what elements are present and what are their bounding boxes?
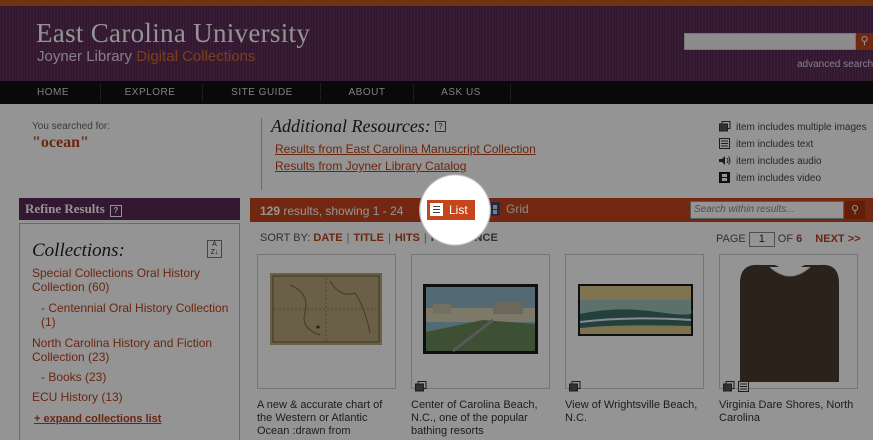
legend-text: item includes text [719,138,813,150]
result-thumbnail[interactable] [740,263,839,382]
sort-hits[interactable]: HITS [395,232,420,244]
collection-item[interactable]: ECU History (13) [32,390,232,404]
result-title-link[interactable]: View of Wrightsville Beach, N.C. [565,399,700,425]
sort-title[interactable]: TITLE [353,232,384,244]
main-nav: HOME EXPLORE SITE GUIDE ABOUT ASK US [0,81,873,104]
list-view-button[interactable]: List [427,200,475,220]
legend-multiple-images: item includes multiple images [719,121,867,133]
nav-explore[interactable]: EXPLORE [115,81,185,104]
search-within-input[interactable]: Search within results... [690,201,844,219]
nav-divider [202,84,203,101]
nav-divider [100,84,101,101]
item-type-icons [723,381,750,392]
result-count-suffix: results, showing 1 - 24 [280,204,404,218]
nav-ask-us[interactable]: ASK US [430,81,492,104]
refine-results-title: Refine Results [25,201,105,216]
multiple-images-icon [415,381,427,392]
item-type-icons [415,381,427,392]
sort-alpha-icon[interactable]: A Z↓ [207,240,222,258]
result-title-link[interactable]: Center of Carolina Beach, N.C., one of t… [411,399,546,438]
sort-date[interactable]: DATE [313,232,342,244]
page-total: 6 [796,233,803,245]
page-of-label: OF [777,233,794,245]
expand-collections-link[interactable]: + expand collections list [34,413,161,425]
list-view-label: List [449,203,468,217]
multiple-images-icon [569,381,581,392]
result-title-link[interactable]: A new & accurate chart of the Western or… [257,399,392,438]
refine-results-header: Refine Results? [19,198,240,220]
sort-label: SORT BY: [260,232,311,244]
nav-divider [413,84,414,101]
catalog-results-link[interactable]: Results from Joyner Library Catalog [275,159,466,173]
collection-item[interactable]: North Carolina History and Fiction Colle… [32,336,232,364]
multiple-images-icon [719,121,731,132]
collection-item[interactable]: Special Collections Oral History Collect… [32,266,232,294]
result-thumbnail[interactable] [578,284,693,336]
page-label: PAGE [716,233,746,245]
nav-site-guide[interactable]: SITE GUIDE [222,81,302,104]
divider [261,118,262,190]
grid-view-label: Grid [506,202,529,216]
result-thumbnail[interactable] [270,273,382,345]
page-number-input[interactable]: 1 [748,232,775,247]
legend-label: item includes multiple images [736,122,867,133]
result-count: 129 results, showing 1 - 24 [260,204,403,218]
text-icon [738,381,750,392]
legend-label: item includes audio [736,156,822,167]
additional-resources-title: Additional Resources: [271,116,431,136]
collections-title: Collections: [32,240,125,261]
legend-label: item includes video [736,173,822,184]
site-title[interactable]: East Carolina University [36,18,310,49]
help-icon[interactable]: ? [109,205,122,217]
video-icon [719,172,731,183]
search-term: "ocean" [32,134,89,151]
nav-about[interactable]: ABOUT [336,81,398,104]
subtitle-library: Joyner Library [37,48,137,65]
nav-home[interactable]: HOME [22,81,84,104]
search-icon[interactable]: ⚲ [856,33,873,50]
help-icon[interactable]: ? [434,121,446,132]
list-icon [430,203,443,216]
manuscript-results-link[interactable]: Results from East Carolina Manuscript Co… [275,142,536,156]
next-page-link[interactable]: NEXT >> [815,233,860,245]
site-header: East Carolina University Joyner Library … [0,0,873,81]
site-subtitle[interactable]: Joyner Library Digital Collections [37,48,255,65]
legend-audio: item includes audio [719,155,822,167]
item-type-icons [569,381,581,392]
text-icon [719,138,731,149]
multiple-images-icon [723,381,735,392]
searched-for-label: You searched for: [32,121,111,132]
legend-video: item includes video [719,172,821,184]
collection-item[interactable]: - Centennial Oral History Collection (1) [41,301,231,329]
nav-divider [320,84,321,101]
advanced-search-link[interactable]: advanced search [797,59,873,70]
pagination: PAGE 1 OF 6 NEXT >> [716,232,861,247]
site-search-input[interactable] [684,33,856,50]
search-icon[interactable]: ⚲ [845,201,865,219]
legend-label: item includes text [736,139,814,150]
collection-item[interactable]: - Books (23) [41,370,231,384]
nav-divider [510,84,511,101]
additional-resources-heading: Additional Resources:? [271,116,446,137]
subtitle-digital-collections: Digital Collections [136,48,256,65]
audio-icon [719,155,731,166]
result-count-number: 129 [260,204,281,218]
result-title-link[interactable]: Virginia Dare Shores, North Carolina [719,399,854,425]
result-thumbnail[interactable] [423,284,538,354]
